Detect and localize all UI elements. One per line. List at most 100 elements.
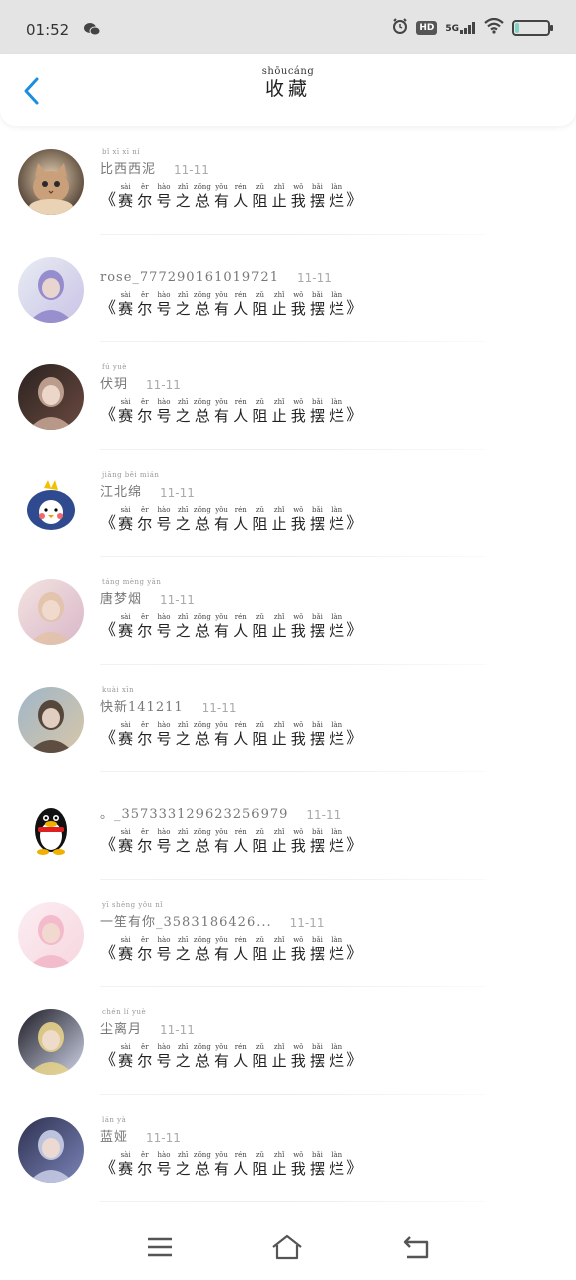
post-title-char-hanzi: 阻 <box>252 299 268 318</box>
post-title-char-hanzi: 有 <box>214 837 230 855</box>
post-title-char: zhī 之 <box>174 1151 193 1178</box>
post-title-char: rén 人 <box>231 936 250 963</box>
item-date: 11-11 <box>146 1130 181 1145</box>
post-title-char-pinyin: yǒu <box>215 1043 228 1051</box>
anime-boys-avatar[interactable] <box>18 686 84 753</box>
user-name[interactable]: 江北绵 jiāng běi mián <box>100 471 159 500</box>
post-title-char-pinyin: zǔ <box>255 505 265 514</box>
post-title-char: ěr 尔 <box>135 291 154 318</box>
item-content: rose_777290161019721 11-11 《 sài 赛 ěr 尔 hào 号 zhī… <box>100 263 362 318</box>
post-title-char: zǒng 总 <box>193 936 212 963</box>
user-name[interactable]: 尘离月 chén lí yuè <box>100 1008 146 1037</box>
girl-portrait-avatar[interactable] <box>18 364 84 430</box>
post-title-char-pinyin: wǒ <box>293 613 304 621</box>
user-name[interactable]: 唐梦烟 táng mèng yān <box>100 578 161 607</box>
post-title-close-bracket: 》 <box>346 297 363 317</box>
post-title[interactable]: 《 sài 赛 ěr 尔 hào 号 zhī 之 zǒng 总 yǒu 有 rén 人 zǔ 阻 zhǐ 止 wǒ 我 b… <box>100 291 362 318</box>
post-title-char-pinyin: zhǐ <box>273 935 285 944</box>
post-title-char-hanzi: 我 <box>290 622 306 640</box>
post-title-char-pinyin: wǒ <box>293 720 304 729</box>
post-title-char-hanzi: 人 <box>233 837 249 855</box>
blue-bird-avatar[interactable] <box>18 471 84 538</box>
post-title-char: bǎi 摆 <box>308 828 327 855</box>
post-title-char: hào 号 <box>154 828 173 855</box>
post-title-char-hanzi: 阻 <box>252 729 268 748</box>
post-title-open-bracket: 《 <box>100 512 117 532</box>
user-name[interactable]: 比西西泥 bǐ xī xī ní <box>100 148 156 177</box>
item-content: 。_357333129623256979 11-11 《 sài 赛 ěr 尔 hào 号 zhī… <box>100 800 362 855</box>
post-title-char-hanzi: 我 <box>290 729 306 748</box>
post-title[interactable]: 《 sài 赛 ěr 尔 hào 号 zhī 之 zǒng 总 yǒu 有 rén 人 zǔ 阻 zhǐ 止 wǒ 我 b… <box>100 721 362 748</box>
post-title-char-hanzi: 烂 <box>329 1159 345 1178</box>
post-title-char: zhǐ 止 <box>270 613 289 640</box>
penguin-avatar[interactable] <box>18 794 84 860</box>
post-title-char-hanzi: 人 <box>233 299 249 318</box>
post-title-char-hanzi: 总 <box>194 622 210 640</box>
post-title-char-hanzi: 摆 <box>309 1159 325 1178</box>
post-title-char-pinyin: zǒng <box>193 1150 211 1159</box>
list-item[interactable]: 蓝娅 lán yà 11-11 《 sài 赛 ěr 尔 hào 号 zhī 之 zǒng 总 yǒu 有 ré… <box>0 1095 576 1202</box>
user-name[interactable]: 蓝娅 lán yà <box>100 1116 128 1145</box>
post-title-char-pinyin: làn <box>331 613 343 621</box>
hat-girl-avatar[interactable] <box>18 1116 84 1183</box>
post-title-char-pinyin: hào <box>157 290 171 299</box>
back-nav-button[interactable] <box>396 1230 436 1264</box>
user-name[interactable]: 一笙有你_3583186426... yī shēng yǒu nǐ <box>100 901 272 930</box>
pink-bunny-avatar[interactable] <box>18 901 84 968</box>
post-title-char-hanzi: 有 <box>214 1159 230 1178</box>
post-title-char-hanzi: 我 <box>290 514 306 533</box>
item-date: 11-11 <box>160 485 195 500</box>
moon-girl-avatar[interactable] <box>18 1009 84 1075</box>
user-name[interactable]: 伏玥 fú yuè <box>100 363 128 392</box>
post-title-char: zhǐ 止 <box>270 291 289 318</box>
post-title-char-hanzi: 有 <box>214 407 230 425</box>
post-title[interactable]: 《 sài 赛 ěr 尔 hào 号 zhī 之 zǒng 总 yǒu 有 rén 人 zǔ 阻 zhǐ 止 wǒ 我 b… <box>100 613 362 640</box>
post-title-char: zǔ 阻 <box>250 291 269 318</box>
post-title-char-hanzi: 之 <box>175 944 191 963</box>
anime-purple-avatar[interactable] <box>18 256 84 323</box>
post-title-open-bracket: 《 <box>100 942 117 962</box>
user-name[interactable]: 快新141211 kuài xīn <box>100 686 184 715</box>
post-title[interactable]: 《 sài 赛 ěr 尔 hào 号 zhī 之 zǒng 总 yǒu 有 rén 人 zǔ 阻 zhǐ 止 wǒ 我 b… <box>100 1043 362 1070</box>
post-title[interactable]: 《 sài 赛 ěr 尔 hào 号 zhī 之 zǒng 总 yǒu 有 rén 人 zǔ 阻 zhǐ 止 wǒ 我 b… <box>100 398 362 425</box>
post-title-char: yǒu 有 <box>212 1043 231 1070</box>
item-content: 唐梦烟 táng mèng yān 11-11 《 sài 赛 ěr 尔 hào 号 zhī 之 zǒn… <box>100 578 362 640</box>
list-item[interactable]: 一笙有你_3583186426... yī shēng yǒu nǐ 11-11 《 s… <box>0 880 576 987</box>
post-title-char-pinyin: làn <box>331 720 343 729</box>
post-title[interactable]: 《 sài 赛 ěr 尔 hào 号 zhī 之 zǒng 总 yǒu 有 rén 人 zǔ 阻 zhǐ 止 wǒ 我 b… <box>100 828 362 855</box>
post-title-char: rén 人 <box>231 291 250 318</box>
post-title-char: zhǐ 止 <box>270 506 289 533</box>
list-item[interactable]: 江北绵 jiāng běi mián 11-11 《 sài 赛 ěr 尔 hào 号 zhī 之 zǒ… <box>0 450 576 557</box>
list-item[interactable]: 快新141211 kuài xīn 11-11 《 sài 赛 ěr 尔 hào 号 zhī 之 zǒn… <box>0 665 576 772</box>
post-title-char: ěr 尔 <box>135 1043 154 1070</box>
list-item[interactable]: rose_777290161019721 11-11 《 sài 赛 ěr 尔 hào 号 zhī… <box>0 235 576 342</box>
post-title[interactable]: 《 sài 赛 ěr 尔 hào 号 zhī 之 zǒng 总 yǒu 有 rén 人 zǔ 阻 zhǐ 止 wǒ 我 b… <box>100 1151 362 1178</box>
item-content: 一笙有你_3583186426... yī shēng yǒu nǐ 11-11 《 s… <box>100 901 362 963</box>
post-title-char: bǎi 摆 <box>308 613 327 640</box>
pastel-girl-avatar[interactable] <box>18 579 84 645</box>
list-item[interactable]: 唐梦烟 táng mèng yān 11-11 《 sài 赛 ěr 尔 hào 号 zhī 之 zǒn… <box>0 557 576 665</box>
user-name[interactable]: 。_357333129623256979 <box>100 803 288 822</box>
list-item[interactable]: 比西西泥 bǐ xī xī ní 11-11 《 sài 赛 ěr 尔 hào 号 zhī 之 zǒng… <box>0 127 576 235</box>
post-title-char-hanzi: 烂 <box>329 944 345 963</box>
list-item[interactable]: 。_357333129623256979 11-11 《 sài 赛 ěr 尔 hào 号 zhī… <box>0 772 576 880</box>
cat-avatar[interactable] <box>18 149 84 215</box>
list-item[interactable]: 尘离月 chén lí yuè 11-11 《 sài 赛 ěr 尔 hào 号 zhī 之 zǒng 总… <box>0 987 576 1095</box>
post-title-close-bracket: 》 <box>346 1050 363 1069</box>
post-title-char-pinyin: zhī <box>177 290 189 299</box>
post-title-char-pinyin: bǎi <box>312 935 323 944</box>
post-title-char: zǒng 总 <box>193 1043 212 1070</box>
post-title-char-hanzi: 赛 <box>118 299 134 318</box>
post-title-char-pinyin: rén <box>234 1043 247 1051</box>
post-title[interactable]: 《 sài 赛 ěr 尔 hào 号 zhī 之 zǒng 总 yǒu 有 rén 人 zǔ 阻 zhǐ 止 wǒ 我 b… <box>100 506 362 533</box>
post-title-char-pinyin: bǎi <box>312 613 323 621</box>
post-title-char: wǒ 我 <box>289 613 308 640</box>
post-title[interactable]: 《 sài 赛 ěr 尔 hào 号 zhī 之 zǒng 总 yǒu 有 rén 人 zǔ 阻 zhǐ 止 wǒ 我 b… <box>100 183 362 210</box>
post-title-char-hanzi: 阻 <box>252 1052 268 1070</box>
menu-button[interactable] <box>140 1230 180 1264</box>
home-button[interactable] <box>267 1230 307 1264</box>
post-title[interactable]: 《 sài 赛 ěr 尔 hào 号 zhī 之 zǒng 总 yǒu 有 rén 人 zǔ 阻 zhǐ 止 wǒ 我 b… <box>100 936 362 963</box>
post-title-char-pinyin: zǒng <box>193 505 211 514</box>
user-name[interactable]: rose_777290161019721 <box>100 270 279 285</box>
list-item[interactable]: 伏玥 fú yuè 11-11 《 sài 赛 ěr 尔 hào 号 zhī 之 zǒng 总 yǒu 有 ré… <box>0 342 576 450</box>
